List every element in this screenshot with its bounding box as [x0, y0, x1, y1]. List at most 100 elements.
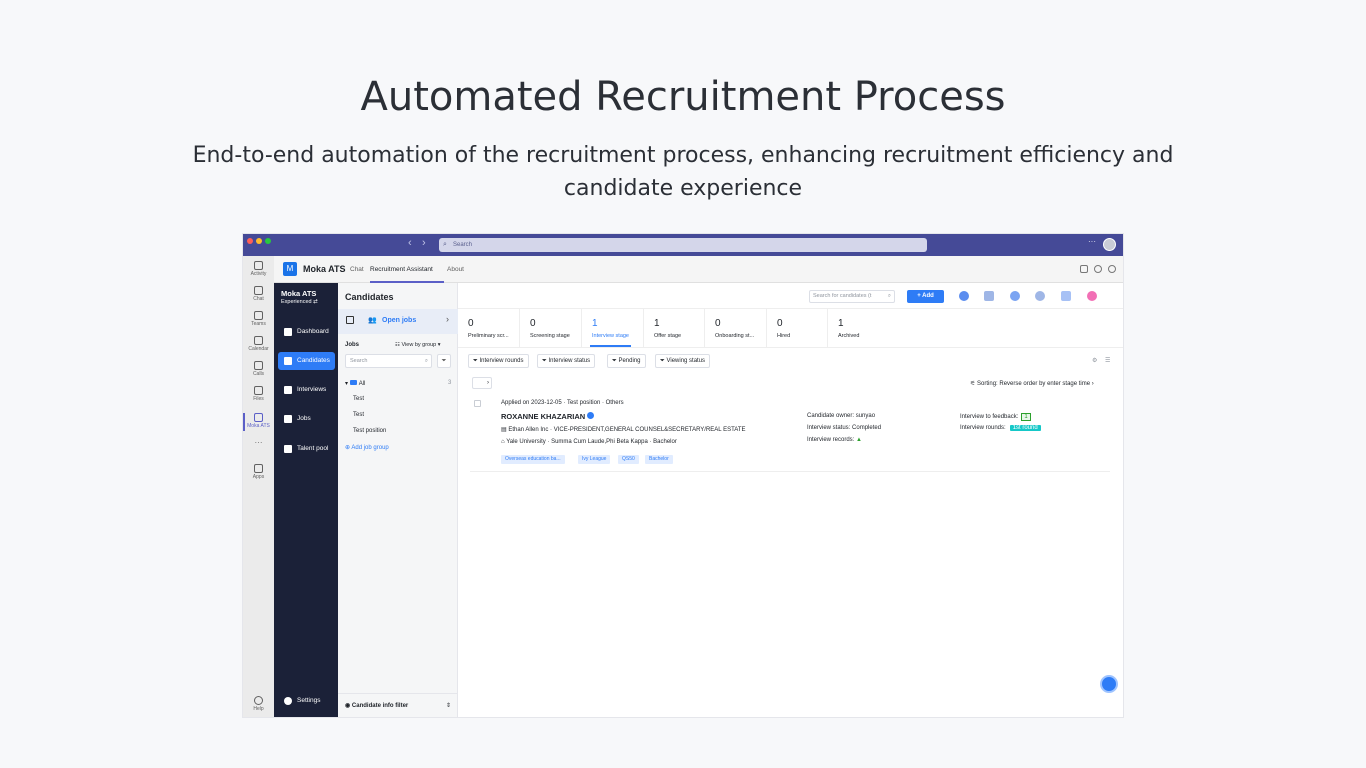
sidebar-item-settings[interactable]: Settings — [278, 692, 335, 710]
round-badge: 1st round — [1009, 425, 1041, 431]
rail-item-more[interactable]: ··· — [243, 438, 274, 447]
global-search-input[interactable]: ⌕ Search — [439, 238, 927, 252]
filter-viewing-status[interactable]: ⏷ Viewing status — [655, 354, 711, 368]
rail-item-help[interactable]: Help — [243, 696, 274, 712]
stage-offer[interactable]: 1 Offer stage — [644, 309, 705, 347]
sidebar-item-jobs[interactable]: Jobs — [278, 410, 335, 428]
job-search-input[interactable]: Search ⌕ — [345, 354, 432, 368]
candidate-name[interactable]: ROXANNE KHAZARIAN — [501, 412, 595, 421]
select-all-checkbox[interactable]: › — [472, 377, 492, 389]
forward-arrow-icon[interactable]: › — [422, 237, 426, 249]
switch-icon: ⇄ — [313, 299, 318, 305]
help-icon[interactable] — [1010, 291, 1020, 301]
refresh-icon[interactable] — [959, 291, 969, 301]
candidates-main: Search for candidates (t ⌕ + Add 0 Prelimi… — [458, 283, 1123, 717]
briefcase-icon — [284, 415, 292, 423]
sidebar-item-talent-pool[interactable]: Talent pool — [278, 440, 335, 458]
rail-item-teams[interactable]: Teams — [243, 311, 274, 327]
tab-recruitment-assistant[interactable]: Recruitment Assistant — [370, 266, 433, 273]
job-item[interactable]: Test position — [353, 428, 386, 434]
rail-item-files[interactable]: Files — [243, 386, 274, 402]
filter-interview-rounds[interactable]: ⏷ Interview rounds — [468, 354, 529, 368]
user-avatar[interactable] — [1103, 238, 1116, 251]
stage-preliminary[interactable]: 0 Preliminary scr... — [458, 309, 520, 347]
sidebar-item-candidates[interactable]: Candidates — [278, 352, 335, 370]
candidates-title: Candidates — [345, 292, 394, 302]
rail-item-moka-ats[interactable]: Moka ATS — [243, 413, 274, 431]
user-avatar[interactable] — [1087, 291, 1097, 301]
rail-item-calendar[interactable]: Calendar — [243, 336, 274, 352]
job-item[interactable]: Test — [353, 396, 364, 402]
gear-icon — [284, 697, 292, 705]
app-name: Moka ATS — [303, 264, 346, 274]
globe-icon[interactable] — [1108, 265, 1116, 273]
settings-icon[interactable]: ⚙ — [1092, 357, 1097, 364]
applied-info: Applied on 2023-12-05 · Test position · … — [501, 400, 624, 406]
candidate-info-filter[interactable]: ◉ Candidate info filter ⇕ — [338, 693, 458, 717]
minimize-window-icon[interactable] — [256, 238, 262, 244]
maximize-window-icon[interactable] — [265, 238, 271, 244]
people-icon — [284, 357, 292, 365]
filter-icon[interactable]: ⏷ — [437, 354, 451, 368]
filter-interview-status[interactable]: ⏷ Interview status — [537, 354, 596, 368]
ats-sidebar: Moka ATS Experienced ⇄ Dashboard Candida… — [274, 283, 338, 717]
job-group-all[interactable]: ▾ All — [345, 380, 365, 387]
home-icon — [284, 328, 292, 336]
file-icon — [254, 386, 263, 395]
popout-icon[interactable] — [1080, 265, 1088, 273]
job-item[interactable]: Test — [353, 412, 364, 418]
back-arrow-icon[interactable]: ‹ — [408, 237, 412, 249]
more-icon[interactable]: ··· — [1088, 237, 1096, 246]
candidate-tag: Overseas education ba... — [501, 455, 565, 464]
add-button[interactable]: + Add — [907, 290, 944, 303]
stage-archived[interactable]: 1 Archived — [828, 309, 1123, 347]
verified-icon — [587, 412, 595, 419]
job-count-badge: 3 — [448, 380, 452, 386]
close-window-icon[interactable] — [247, 238, 253, 244]
candidate-education: ⌂ Yale University · Summa Cum Laude,Phi … — [501, 439, 677, 445]
stage-screening[interactable]: 0 Screening stage — [520, 309, 582, 347]
gift-icon[interactable] — [984, 291, 994, 301]
open-jobs-icon: 👥 — [368, 317, 377, 324]
stage-interview[interactable]: 1 Interview stage — [582, 309, 644, 347]
collapse-panel-icon[interactable] — [346, 316, 354, 324]
candidate-owner: Candidate owner: sunyao — [807, 413, 876, 419]
list-view-icon[interactable]: ☰ — [1105, 357, 1110, 364]
page-title: Automated Recruitment Process — [360, 74, 1006, 120]
rail-item-apps[interactable]: Apps — [243, 464, 274, 480]
sidebar-item-dashboard[interactable]: Dashboard — [278, 323, 335, 341]
sidebar-item-interviews[interactable]: Interviews — [278, 381, 335, 399]
open-jobs-label[interactable]: Open jobs — [382, 317, 416, 324]
apps-icon — [254, 464, 263, 473]
stage-hired[interactable]: 0 Hired — [767, 309, 828, 347]
candidate-checkbox[interactable] — [474, 400, 481, 407]
tab-about[interactable]: About — [447, 266, 464, 273]
thumbs-up-icon[interactable]: ▲ — [856, 437, 862, 443]
view-by-group-dropdown[interactable]: ☷ View by group ▾ — [395, 342, 441, 348]
rail-item-activity[interactable]: Activity — [243, 261, 274, 277]
feedback-badge[interactable]: 1 — [1021, 413, 1031, 421]
tab-chat[interactable]: Chat — [350, 266, 364, 273]
app-screenshot: ‹ › ⌕ Search ··· Activity Chat Teams Cale… — [243, 234, 1123, 717]
refresh-icon[interactable] — [1094, 265, 1102, 273]
interview-icon — [284, 386, 292, 394]
window-titlebar: ‹ › ⌕ Search ··· — [243, 234, 1123, 256]
sorting-control[interactable]: ⚟ Sorting: Reverse order by enter stage … — [970, 380, 1094, 387]
rail-item-chat[interactable]: Chat — [243, 286, 274, 302]
filter-pending[interactable]: ⏷ Pending — [607, 354, 646, 368]
chevron-right-icon[interactable]: › — [446, 314, 449, 324]
rail-item-calls[interactable]: Calls — [243, 361, 274, 377]
stage-onboarding[interactable]: 0 Onboarding st... — [705, 309, 767, 347]
bell-icon — [254, 261, 263, 270]
candidate-search-input[interactable]: Search for candidates (t ⌕ — [809, 290, 895, 303]
interview-records: Interview records: ▲ — [807, 437, 862, 443]
bell-icon[interactable] — [1035, 291, 1045, 301]
sort-arrows-icon: ⇕ — [445, 703, 451, 709]
app-header: M Moka ATS Chat Recruitment Assistant Ab… — [274, 256, 1123, 283]
moka-logo-icon: M — [283, 262, 297, 276]
sidebar-subtitle[interactable]: Experienced ⇄ — [281, 299, 318, 305]
chat-assistant-icon[interactable] — [1100, 675, 1118, 693]
apps-icon[interactable] — [1061, 291, 1071, 301]
add-job-group-link[interactable]: ⊕ Add job group — [345, 444, 389, 451]
sidebar-title: Moka ATS — [281, 289, 317, 298]
